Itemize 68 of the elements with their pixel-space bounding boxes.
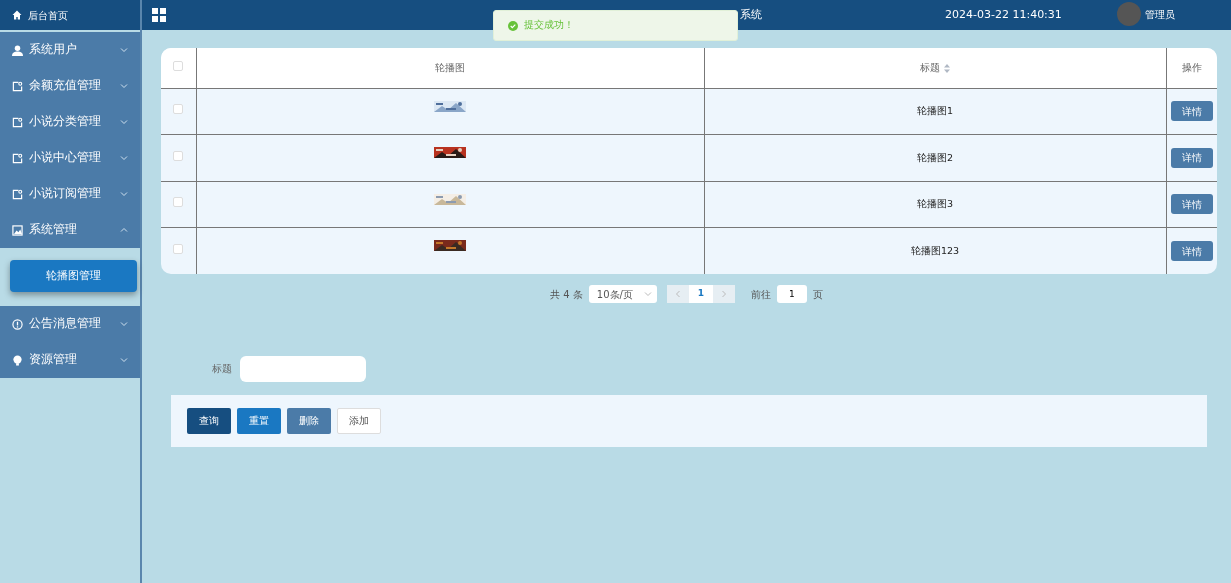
chevron-right-icon	[720, 289, 727, 298]
row-checkbox[interactable]	[173, 104, 184, 115]
page-suffix: 页	[812, 287, 823, 302]
chevron-icon	[120, 154, 128, 162]
grid-menu-icon[interactable]	[152, 8, 166, 22]
page-number[interactable]: 1	[688, 285, 713, 303]
chevron-icon	[120, 82, 128, 90]
row-checkbox[interactable]	[173, 197, 184, 208]
chevron-icon	[643, 290, 652, 298]
reset-button[interactable]: 重置	[237, 408, 281, 434]
sidebar-item[interactable]: 系统用户	[0, 32, 140, 68]
avatar	[1117, 2, 1141, 26]
title-search-field[interactable]	[240, 356, 366, 382]
bulb-icon	[12, 354, 23, 366]
detail-button[interactable]: 详情	[1170, 241, 1213, 261]
chevron-icon	[120, 118, 128, 126]
row-checkbox[interactable]	[173, 243, 184, 254]
info-icon	[12, 318, 23, 330]
page-size-select[interactable]: 10条/页	[588, 285, 657, 303]
title-cell: 轮播图2	[916, 151, 953, 163]
user-icon	[12, 44, 23, 56]
select-all-checkbox[interactable]	[173, 60, 184, 71]
prev-page-button[interactable]	[666, 285, 689, 303]
column-header: 操作	[1181, 61, 1202, 73]
goto-label: 前往	[750, 287, 771, 302]
sidebar-item[interactable]: 余额充值管理	[0, 68, 140, 104]
note-icon	[12, 80, 23, 92]
success-icon	[508, 20, 518, 31]
sidebar-item[interactable]: 小说订阅管理	[0, 176, 140, 212]
detail-button[interactable]: 详情	[1170, 194, 1213, 215]
title-cell: 轮播图3	[916, 198, 953, 210]
sidebar-item[interactable]: 资源管理	[0, 342, 140, 378]
home-icon	[12, 10, 22, 20]
query-button[interactable]: 查询	[187, 408, 231, 434]
user-name: 管理员	[1145, 7, 1175, 22]
chevron-icon	[120, 226, 128, 234]
delete-button[interactable]: 删除	[287, 408, 331, 434]
chevron-icon	[120, 356, 128, 364]
note-icon	[12, 152, 23, 164]
search-label: 标题	[212, 361, 232, 376]
chevron-icon	[120, 46, 128, 54]
column-header: 标题	[920, 61, 940, 73]
chevron-icon	[120, 320, 128, 328]
date-time: 2024-03-22 11:40:31	[945, 7, 1062, 23]
chevron-left-icon	[674, 289, 681, 298]
sidebar-item[interactable]: 公告消息管理	[0, 306, 140, 342]
detail-button[interactable]: 详情	[1170, 147, 1213, 168]
sidebar-item[interactable]: 小说分类管理	[0, 104, 140, 140]
submenu-item[interactable]: 轮播图管理	[10, 260, 137, 292]
add-button[interactable]: 添加	[337, 408, 381, 434]
toast-message: 提交成功！	[524, 18, 574, 33]
sidebar-item[interactable]: 系统管理	[0, 212, 140, 248]
home-menu-item[interactable]: 后台首页	[0, 0, 140, 30]
column-header: 轮播图	[435, 61, 465, 73]
image-icon	[12, 224, 23, 236]
note-icon	[12, 188, 23, 200]
site-title: 系统	[740, 7, 762, 23]
sidebar-item[interactable]: 小说中心管理	[0, 140, 140, 176]
next-page-button[interactable]	[712, 285, 735, 303]
row-checkbox[interactable]	[173, 150, 184, 161]
sort-icon[interactable]	[944, 63, 950, 73]
note-icon	[12, 116, 23, 128]
goto-page-field[interactable]: 1	[776, 285, 807, 303]
title-cell: 轮播图123	[910, 244, 960, 256]
detail-button[interactable]: 详情	[1170, 101, 1213, 122]
title-cell: 轮播图1	[916, 105, 953, 117]
total-count: 共 4 条	[550, 287, 583, 302]
chevron-icon	[120, 190, 128, 198]
